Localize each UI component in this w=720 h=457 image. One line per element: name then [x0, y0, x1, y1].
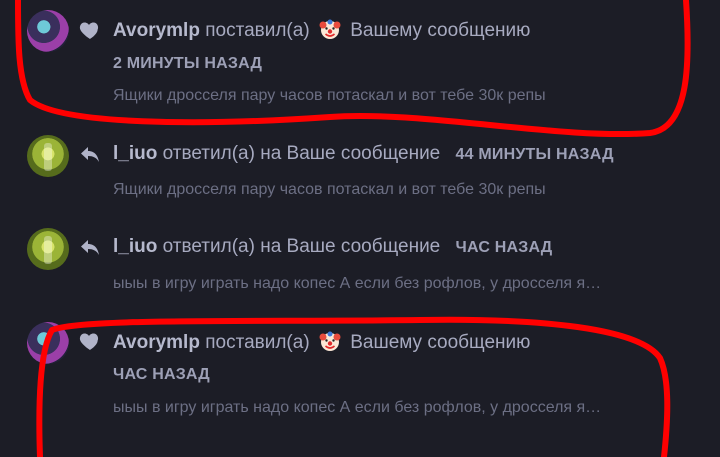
username-link[interactable]: Avorymlp — [113, 20, 200, 41]
clown-emoji-icon — [319, 331, 341, 351]
reply-arrow-icon — [81, 147, 99, 162]
avatar[interactable] — [27, 322, 69, 364]
notification-headline: l_iuo ответил(а) на Ваше сообщение ЧАС Н… — [113, 236, 552, 258]
clown-emoji-icon — [319, 19, 341, 39]
action-text: ответил(а) на Ваше сообщение — [162, 236, 441, 257]
notification-item[interactable]: l_iuo ответил(а) на Ваше сообщение 44 МИ… — [0, 125, 720, 215]
username-link[interactable]: l_iuo — [113, 236, 157, 257]
notification-headline: l_iuo ответил(а) на Ваше сообщение 44 МИ… — [113, 143, 614, 165]
reply-arrow-icon — [81, 240, 99, 255]
message-preview[interactable]: ыыы в игру играть надо копес А если без … — [113, 275, 683, 293]
timestamp: 44 МИНУТЫ НАЗАД — [455, 146, 614, 163]
target-text: Вашему сообщению — [350, 20, 531, 41]
notification-headline: Avorymlp поставил(а) Вашему сообщению — [113, 18, 530, 42]
heart-icon — [79, 333, 99, 350]
timestamp: 2 МИНУТЫ НАЗАД — [113, 55, 263, 72]
notification-item[interactable]: l_iuo ответил(а) на Ваше сообщение ЧАС Н… — [0, 215, 720, 310]
notification-item[interactable]: Avorymlp поставил(а) Вашему сообщению 2 … — [0, 0, 720, 125]
avatar[interactable] — [27, 228, 69, 270]
notification-item[interactable]: Avorymlp поставил(а) Вашему сообщению ЧА… — [0, 310, 720, 457]
notifications-page: Avorymlp поставил(а) Вашему сообщению 2 … — [0, 0, 720, 457]
username-link[interactable]: l_iuo — [113, 143, 157, 164]
timestamp: ЧАС НАЗАД — [455, 239, 553, 256]
action-text: ответил(а) на Ваше сообщение — [162, 143, 441, 164]
avatar[interactable] — [27, 10, 69, 52]
target-text: Вашему сообщению — [350, 332, 531, 353]
message-preview[interactable]: ыыы в игру играть надо копес А если без … — [113, 399, 683, 417]
notification-headline: Avorymlp поставил(а) Вашему сообщению — [113, 330, 530, 354]
message-preview[interactable]: Ящики дросселя пару часов потаскал и вот… — [113, 181, 683, 199]
heart-icon — [79, 22, 99, 39]
username-link[interactable]: Avorymlp — [113, 332, 200, 353]
action-text: поставил(а) — [205, 20, 310, 41]
action-text: поставил(а) — [205, 332, 310, 353]
avatar[interactable] — [27, 135, 69, 177]
timestamp: ЧАС НАЗАД — [113, 366, 210, 383]
message-preview[interactable]: Ящики дросселя пару часов потаскал и вот… — [113, 87, 683, 105]
